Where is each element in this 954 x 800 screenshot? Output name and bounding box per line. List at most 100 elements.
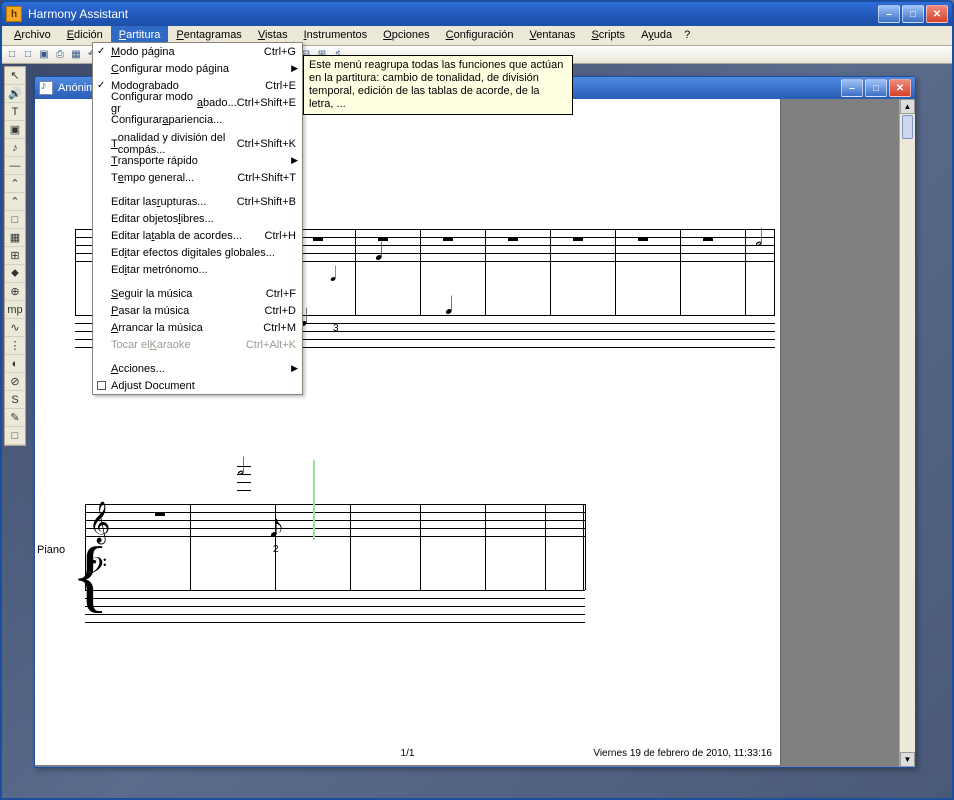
rest-icon (155, 512, 165, 516)
menuitem-editar-la-tabla-de-acordes[interactable]: Editar la tabla de acordes...Ctrl+H (93, 227, 302, 244)
palette-button-9[interactable]: ▦ (5, 229, 25, 247)
palette-button-20[interactable]: □ (5, 427, 25, 445)
scroll-down-button[interactable]: ▼ (900, 752, 915, 767)
menu-configuración[interactable]: Configuración (438, 26, 522, 45)
rest-icon (703, 237, 713, 241)
doc-close-button[interactable]: ✕ (889, 79, 911, 97)
ledger-line (237, 490, 251, 491)
palette-button-14[interactable]: ∿ (5, 319, 25, 337)
palette-button-12[interactable]: ⊕ (5, 283, 25, 301)
palette-button-8[interactable]: □ (5, 211, 25, 229)
palette-button-16[interactable]: ◐ (5, 355, 25, 373)
document-title: Anónim (58, 82, 95, 94)
menuitem-editar-objetos-libres[interactable]: Editar objetos libres... (93, 210, 302, 227)
shortcut-label: Ctrl+F (266, 288, 296, 300)
shortcut-label: Ctrl+D (265, 305, 296, 317)
menuitem-editar-metr-nomo[interactable]: Editar metrónomo... (93, 261, 302, 278)
menu-separator (95, 281, 300, 282)
shortcut-label: Ctrl+M (263, 322, 296, 334)
ledger-line (237, 482, 251, 483)
toolbar-button-2[interactable]: ▣ (36, 47, 52, 63)
menuitem-modo-p-gina[interactable]: ✓Modo páginaCtrl+G (93, 43, 302, 60)
tool-palette: ↖🔊T▣♪—⌃⌃□▦⊞⬥⊕mp∿⋮◐⊘S✎□ (4, 66, 26, 446)
submenu-arrow-icon: ▶ (291, 363, 298, 374)
menu-instrumentos[interactable]: Instrumentos (296, 26, 376, 45)
palette-button-5[interactable]: — (5, 157, 25, 175)
menuitem-configurar-modo-p-gina[interactable]: Configurar modo página▶ (93, 60, 302, 77)
menu-separator (95, 356, 300, 357)
palette-button-19[interactable]: ✎ (5, 409, 25, 427)
close-button[interactable]: ✕ (926, 5, 948, 23)
palette-button-2[interactable]: T (5, 103, 25, 121)
menuitem-pasar-la-m-sica[interactable]: Pasar la músicaCtrl+D (93, 302, 302, 319)
bass-staff-2 (85, 590, 585, 622)
scroll-thumb[interactable] (902, 115, 913, 139)
menu-scripts[interactable]: Scripts (583, 26, 633, 45)
palette-button-6[interactable]: ⌃ (5, 175, 25, 193)
rest-icon (313, 237, 323, 241)
palette-button-10[interactable]: ⊞ (5, 247, 25, 265)
scroll-up-button[interactable]: ▲ (900, 99, 915, 114)
shortcut-label: Ctrl+Shift+B (237, 196, 296, 208)
check-icon: ✓ (97, 80, 105, 91)
palette-button-7[interactable]: ⌃ (5, 193, 25, 211)
menuitem-tonalidad-y-divisi-n-del-comp-s[interactable]: Tonalidad y división del compás...Ctrl+S… (93, 135, 302, 152)
menuitem-tempo-general[interactable]: Tempo general...Ctrl+Shift+T (93, 169, 302, 186)
shortcut-label: Ctrl+Shift+T (237, 172, 296, 184)
rest-icon (573, 237, 583, 241)
checkbox-icon (97, 381, 106, 390)
rest-icon (638, 237, 648, 241)
menuitem-editar-las-rupturas[interactable]: Editar las rupturas...Ctrl+Shift+B (93, 193, 302, 210)
menu-tooltip: Este menú reagrupa todas las funciones q… (303, 55, 573, 115)
menuitem-seguir-la-m-sica[interactable]: Seguir la músicaCtrl+F (93, 285, 302, 302)
tuplet-number: 2 (273, 544, 279, 555)
tuplet-number: 3 (333, 323, 339, 334)
toolbar-button-0[interactable]: □ (4, 47, 20, 63)
menu-archivo[interactable]: Archivo (6, 26, 59, 45)
vertical-scrollbar[interactable]: ▲ ▼ (899, 99, 915, 767)
treble-staff-2 (85, 504, 585, 536)
minimize-button[interactable]: – (878, 5, 900, 23)
palette-button-4[interactable]: ♪ (5, 139, 25, 157)
menu-opciones[interactable]: Opciones (375, 26, 437, 45)
window-buttons: – □ ✕ (878, 5, 948, 23)
shortcut-label: Ctrl+Shift+E (237, 97, 296, 109)
palette-button-1[interactable]: 🔊 (5, 85, 25, 103)
menuitem-adjust-document[interactable]: Adjust Document (93, 377, 302, 394)
palette-button-13[interactable]: mp (5, 301, 25, 319)
menu-?[interactable]: ? (680, 26, 694, 45)
toolbar-button-3[interactable]: ⎙ (52, 47, 68, 63)
palette-button-11[interactable]: ⬥ (5, 265, 25, 283)
menuitem-configurar-modo-grabado[interactable]: Configurar modo grabado...Ctrl+Shift+E (93, 94, 302, 111)
doc-maximize-button[interactable]: □ (865, 79, 887, 97)
menu-ventanas[interactable]: Ventanas (522, 26, 584, 45)
shortcut-label: Ctrl+E (265, 80, 296, 92)
menuitem-arrancar-la-m-sica[interactable]: Arrancar la músicaCtrl+M (93, 319, 302, 336)
palette-button-15[interactable]: ⋮ (5, 337, 25, 355)
palette-button-0[interactable]: ↖ (5, 67, 25, 85)
doc-minimize-button[interactable]: – (841, 79, 863, 97)
app-title: Harmony Assistant (28, 7, 878, 21)
shortcut-label: Ctrl+Alt+K (246, 339, 296, 351)
menuitem-acciones[interactable]: Acciones...▶ (93, 360, 302, 377)
menuitem-transporte-r-pido[interactable]: Transporte rápido▶ (93, 152, 302, 169)
menu-ayuda[interactable]: Ayuda (633, 26, 680, 45)
menuitem-editar-efectos-digitales-globales[interactable]: Editar efectos digitales globales... (93, 244, 302, 261)
titlebar[interactable]: h Harmony Assistant – □ ✕ (2, 2, 952, 26)
shortcut-label: Ctrl+Shift+K (237, 138, 296, 150)
submenu-arrow-icon: ▶ (291, 63, 298, 74)
playback-cursor (313, 460, 315, 540)
maximize-button[interactable]: □ (902, 5, 924, 23)
rest-icon (508, 237, 518, 241)
submenu-arrow-icon: ▶ (291, 155, 298, 166)
menuitem-configurar-apariencia[interactable]: Configurar apariencia... (93, 111, 302, 128)
toolbar-button-1[interactable]: □ (20, 47, 36, 63)
toolbar-button-4[interactable]: ▦ (68, 47, 84, 63)
music-doc-icon (39, 81, 53, 95)
menuitem-tocar-el-karaoke: Tocar el KaraokeCtrl+Alt+K (93, 336, 302, 353)
palette-button-17[interactable]: ⊘ (5, 373, 25, 391)
check-icon: ✓ (97, 46, 105, 57)
palette-button-18[interactable]: S (5, 391, 25, 409)
palette-button-3[interactable]: ▣ (5, 121, 25, 139)
shortcut-label: Ctrl+G (264, 46, 296, 58)
